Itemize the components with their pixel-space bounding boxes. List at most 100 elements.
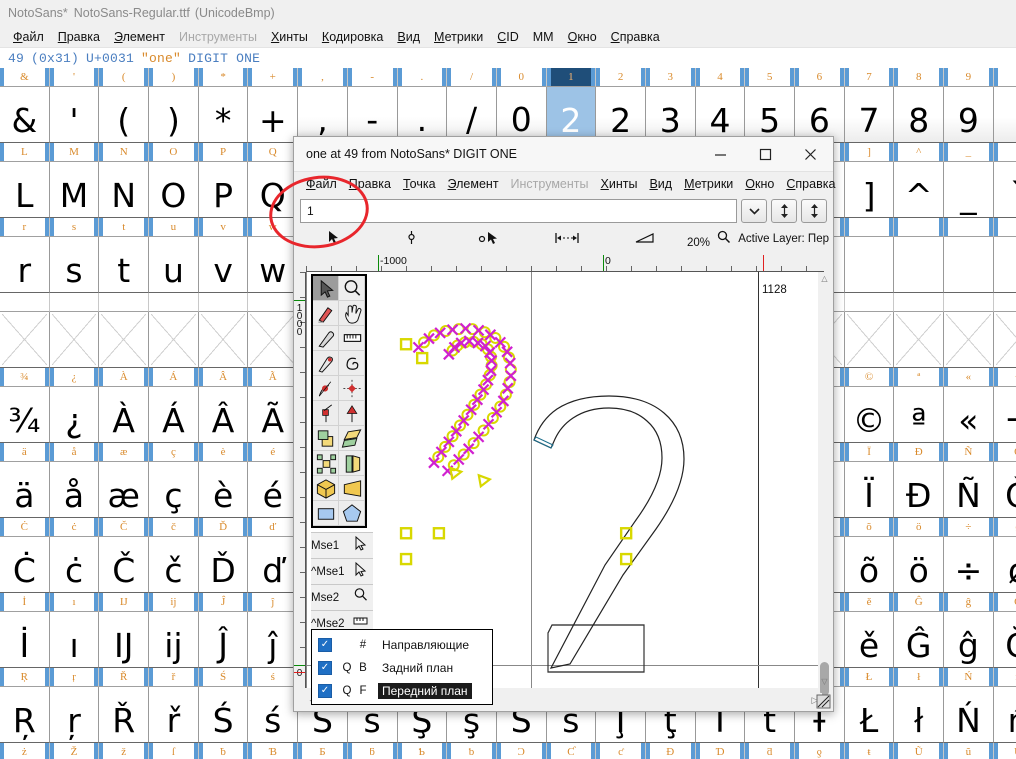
grid-cell-glyph[interactable]: 2: [596, 87, 646, 143]
grid-cell-header[interactable]: ƃ: [348, 743, 398, 759]
grid-cell-glyph[interactable]: /: [447, 87, 497, 143]
grid-cell-glyph[interactable]: 6: [795, 87, 845, 143]
grid-cell-header[interactable]: ŧ: [845, 743, 895, 759]
pointer-tool[interactable]: [313, 276, 339, 301]
scroll-down-icon[interactable]: ▽: [818, 675, 831, 688]
grid-cell-header[interactable]: :: [994, 68, 1016, 87]
grid-cell-header[interactable]: İ: [0, 593, 50, 612]
grid-cell-glyph[interactable]: [894, 237, 944, 293]
grid-cell-header[interactable]: [845, 293, 895, 312]
ruler-tool[interactable]: [339, 326, 365, 351]
layer-row[interactable]: ✓QFПередний план: [312, 679, 492, 702]
grid-cell-glyph[interactable]: õ: [845, 537, 895, 593]
grid-cell-header[interactable]: &: [0, 68, 50, 87]
grid-cell-glyph[interactable]: Ð: [894, 462, 944, 518]
grid-cell-header[interactable]: Ċ: [0, 518, 50, 537]
grid-cell-header[interactable]: v: [199, 218, 249, 237]
grid-cell-glyph[interactable]: Ł: [845, 687, 895, 743]
grid-cell-glyph[interactable]: ř: [149, 687, 199, 743]
menu-item-справка[interactable]: Справка: [604, 29, 667, 45]
spiro-tool[interactable]: [339, 351, 365, 376]
grid-cell-glyph[interactable]: Ñ: [944, 462, 994, 518]
grid-cell-header[interactable]: [0, 293, 50, 312]
grid-cell-header[interactable]: [845, 218, 895, 237]
grid-cell-header[interactable]: ĳ: [149, 593, 199, 612]
layer-name[interactable]: Передний план: [378, 683, 472, 699]
grid-cell-header[interactable]: ª: [894, 368, 944, 387]
scroll-up-icon[interactable]: △: [818, 272, 831, 285]
flip-tool[interactable]: [339, 451, 365, 476]
grid-cell-header[interactable]: .: [398, 68, 448, 87]
grid-cell-header[interactable]: Ũ: [894, 743, 944, 759]
grid-cell-glyph[interactable]: ©: [845, 387, 895, 443]
grid-cell-glyph[interactable]: Ŗ: [0, 687, 50, 743]
grid-cell-glyph[interactable]: ¬: [994, 387, 1016, 443]
grid-cell-header[interactable]: u: [149, 218, 199, 237]
minimize-icon[interactable]: [698, 137, 743, 171]
control-point[interactable]: [448, 325, 458, 335]
menu-item-вид[interactable]: Вид: [390, 29, 427, 45]
grid-cell-header[interactable]: ƈ: [596, 743, 646, 759]
grid-cell-glyph[interactable]: Ď: [199, 537, 249, 593]
corner-point[interactable]: [417, 353, 427, 363]
grid-cell-glyph[interactable]: 8: [894, 87, 944, 143]
maximize-icon[interactable]: [743, 137, 788, 171]
hvcurve-point-tool[interactable]: [339, 401, 365, 426]
grid-cell-glyph[interactable]: [199, 312, 249, 368]
grid-cell-glyph[interactable]: À: [99, 387, 149, 443]
grid-cell-header[interactable]: Ĵ: [199, 593, 249, 612]
menu-item-хинты[interactable]: Хинты: [264, 29, 315, 45]
grid-cell-glyph[interactable]: ċ: [50, 537, 100, 593]
grid-cell-header[interactable]: [199, 293, 249, 312]
grid-cell-header[interactable]: 7: [845, 68, 895, 87]
grid-cell-header[interactable]: ]: [845, 143, 895, 162]
grid-cell-header[interactable]: Ɖ: [646, 743, 696, 759]
corner-point[interactable]: [401, 528, 411, 538]
grid-cell-glyph[interactable]: N: [99, 162, 149, 218]
grid-cell-glyph[interactable]: é: [248, 462, 298, 518]
grid-cell-header[interactable]: t: [99, 218, 149, 237]
grid-cell-glyph[interactable]: ª: [894, 387, 944, 443]
grid-cell-header[interactable]: [99, 293, 149, 312]
canvas-vertical-scrollbar[interactable]: △ ▽: [818, 272, 831, 688]
menu-item-окно[interactable]: Окно: [561, 29, 604, 45]
grid-cell-glyph[interactable]: [944, 312, 994, 368]
grid-cell-glyph[interactable]: å: [50, 462, 100, 518]
grid-cell-glyph[interactable]: :: [994, 87, 1016, 143]
grid-cell-header[interactable]: è: [199, 443, 249, 462]
grid-cell-header[interactable]: Q: [248, 143, 298, 162]
grid-cell-header[interactable]: [994, 218, 1016, 237]
grid-cell-glyph[interactable]: [99, 312, 149, 368]
menu-item-файл[interactable]: Файл: [300, 176, 343, 192]
grid-cell-glyph[interactable]: ø: [994, 537, 1016, 593]
grid-cell-glyph[interactable]: r: [0, 237, 50, 293]
tangent-point[interactable]: [450, 468, 461, 479]
layer-name[interactable]: Задний план: [378, 660, 457, 676]
corner-point[interactable]: [401, 339, 411, 349]
grid-cell-glyph[interactable]: ^: [894, 162, 944, 218]
grid-cell-header[interactable]: ż: [0, 743, 50, 759]
tangent-icon[interactable]: [450, 230, 528, 248]
layer-name[interactable]: Направляющие: [378, 637, 473, 653]
grid-cell-header[interactable]: *: [199, 68, 249, 87]
grid-cell-glyph[interactable]: [845, 312, 895, 368]
tool-palette[interactable]: [311, 274, 367, 528]
layer-visibility-checkbox[interactable]: ✓: [318, 661, 332, 675]
grid-cell-header[interactable]: ©: [845, 368, 895, 387]
grid-cell-header[interactable]: O: [149, 143, 199, 162]
grid-cell-header[interactable]: ƍ: [795, 743, 845, 759]
grid-cell-glyph[interactable]: ¿: [50, 387, 100, 443]
grid-cell-glyph[interactable]: *: [199, 87, 249, 143]
menu-item-cid[interactable]: CID: [490, 29, 526, 45]
grid-cell-glyph[interactable]: ,: [298, 87, 348, 143]
grid-cell-header[interactable]: ń: [994, 668, 1016, 687]
grid-cell-glyph[interactable]: ä: [0, 462, 50, 518]
grid-cell-glyph[interactable]: ń: [994, 687, 1016, 743]
grid-cell-header[interactable]: č: [149, 518, 199, 537]
layer-row[interactable]: ✓#Направляющие: [312, 633, 492, 656]
grid-cell-header[interactable]: [894, 293, 944, 312]
mouse-binding-row[interactable]: ^Mse1: [311, 558, 373, 584]
grid-cell-glyph[interactable]: [994, 312, 1016, 368]
grid-cell-header[interactable]: ĝ: [944, 593, 994, 612]
grid-cell-glyph[interactable]: w: [248, 237, 298, 293]
